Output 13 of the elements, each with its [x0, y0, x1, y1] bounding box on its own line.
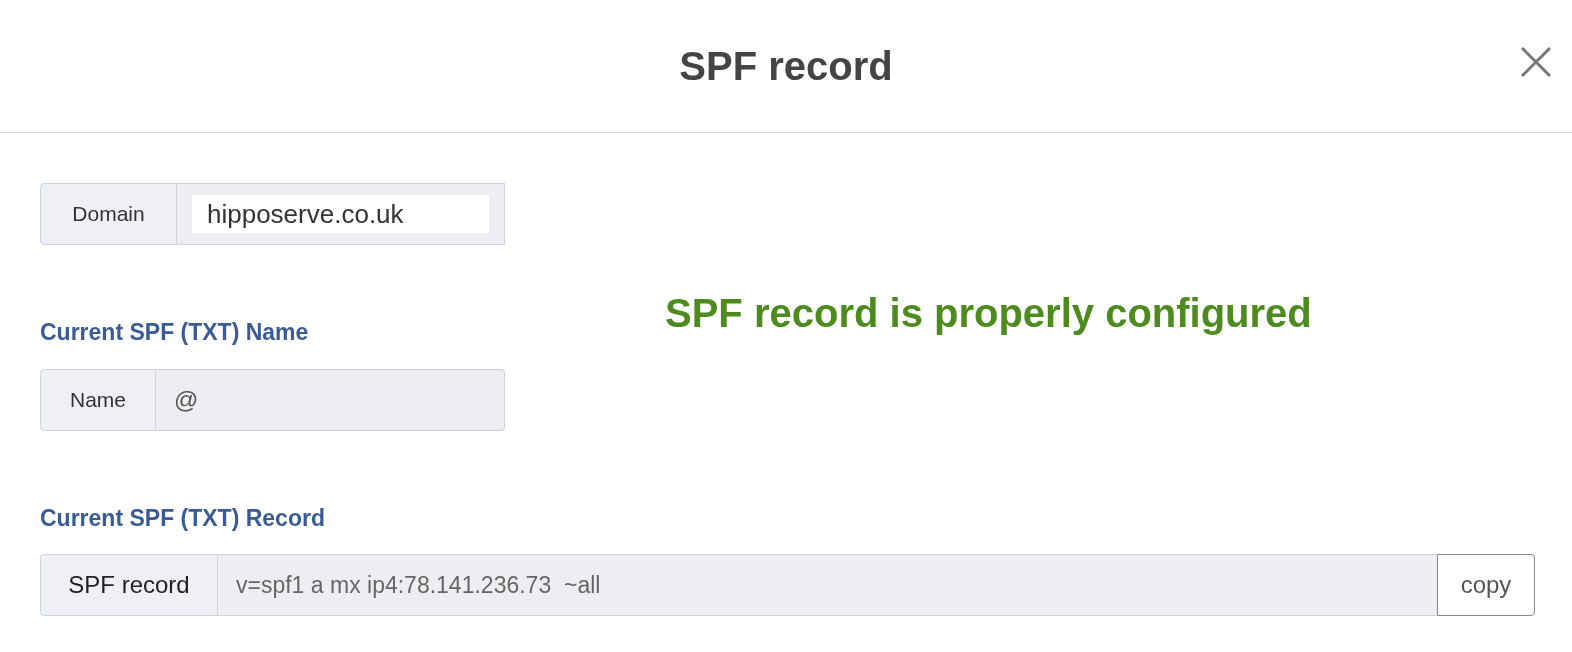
field-label: SPF record — [40, 554, 218, 616]
copy-button[interactable]: copy — [1437, 554, 1535, 616]
dialog-title: SPF record — [679, 43, 893, 90]
section-heading: Current SPF (TXT) Name — [40, 318, 310, 346]
domain-input[interactable]: hipposerve.co.uk — [192, 195, 489, 233]
field-label: Name — [40, 369, 156, 431]
record-field[interactable]: v=spf1 a mx ip4:78.141.236.73 ~all — [218, 554, 1437, 616]
close-button[interactable] — [1518, 44, 1554, 80]
name-field[interactable]: @ — [156, 369, 505, 431]
section-heading: Current SPF (TXT) Record — [40, 504, 326, 532]
status-message: SPF record is properly configured — [665, 290, 1312, 337]
field-label: Domain — [40, 183, 177, 245]
close-icon — [1520, 46, 1552, 78]
